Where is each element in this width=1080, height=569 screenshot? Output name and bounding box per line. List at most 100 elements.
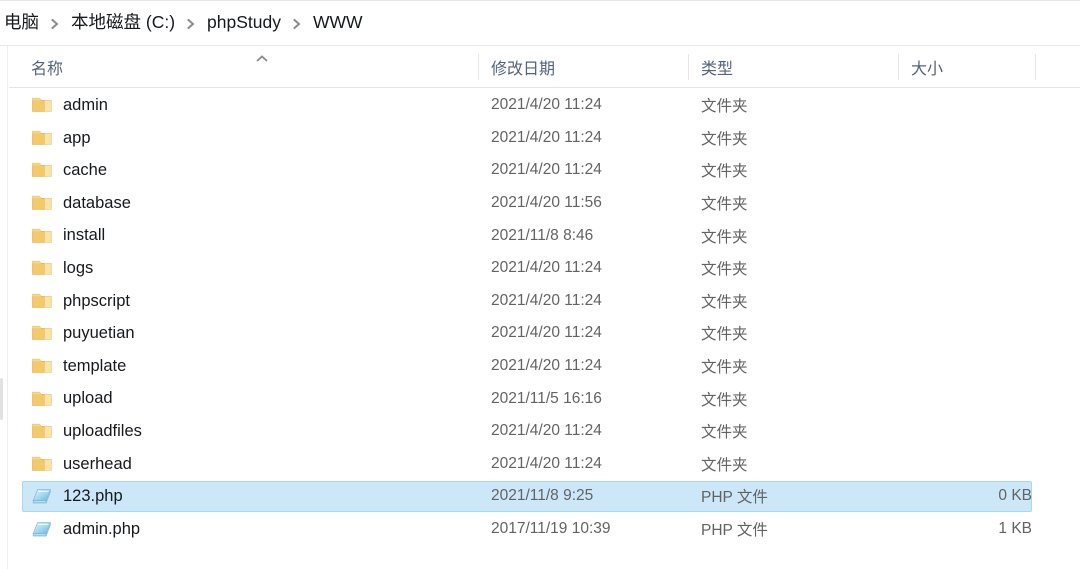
column-header-row: 名称 修改日期 类型 大小 (9, 46, 1080, 88)
cell-name[interactable]: cache (31, 159, 471, 181)
file-list-row[interactable]: puyuetian 2021/4/20 11:24 文件夹 (9, 317, 1080, 350)
folder-icon (31, 388, 53, 410)
file-list-row[interactable]: 123.php 2021/11/8 9:25 PHP 文件 0 KB (9, 480, 1080, 513)
column-header-type-label: 类型 (701, 60, 734, 78)
cell-name[interactable]: 123.php (31, 485, 471, 507)
breadcrumb-item-2[interactable]: 本地磁盘 (C:) (67, 12, 179, 34)
cell-type: PHP 文件 (701, 489, 768, 507)
breadcrumb-address-bar[interactable]: 电脑 本地磁盘 (C:) phpStudy WWW (0, 1, 1080, 45)
file-list-row[interactable]: logs 2021/4/20 11:24 文件夹 (9, 252, 1080, 285)
cell-name[interactable]: app (31, 127, 471, 149)
file-name-label: 123.php (63, 487, 123, 506)
file-list[interactable]: admin 2021/4/20 11:24 文件夹 app 2021/4/20 11:2… (9, 89, 1080, 569)
cell-name[interactable]: admin.php (31, 518, 471, 540)
folder-icon (31, 159, 53, 181)
folder-icon (31, 257, 53, 279)
cell-name[interactable]: install (31, 225, 471, 247)
file-name-label: install (63, 226, 106, 245)
breadcrumb-item-4[interactable]: WWW (309, 12, 367, 34)
chevron-right-icon (179, 18, 203, 30)
folder-icon (31, 94, 53, 116)
cell-type: PHP 文件 (701, 522, 768, 540)
file-list-row[interactable]: template 2021/4/20 11:24 文件夹 (9, 350, 1080, 383)
cell-type: 文件夹 (701, 391, 748, 409)
file-list-row[interactable]: userhead 2021/4/20 11:24 文件夹 (9, 448, 1080, 481)
column-divider-1[interactable] (478, 54, 479, 80)
file-list-row[interactable]: uploadfiles 2021/4/20 11:24 文件夹 (9, 415, 1080, 448)
cell-date-modified: 2021/4/20 11:24 (491, 324, 602, 342)
cell-type: 文件夹 (701, 98, 748, 116)
breadcrumb-item-1[interactable]: 电脑 (0, 12, 43, 34)
file-explorer-window: 电脑 本地磁盘 (C:) phpStudy WWW 名称 修改日期 类型 大小 adm… (0, 0, 1080, 569)
file-list-row[interactable]: admin 2021/4/20 11:24 文件夹 (9, 89, 1080, 122)
column-divider-4[interactable] (1035, 54, 1036, 80)
php-file-icon (31, 518, 53, 540)
cell-type: 文件夹 (701, 293, 748, 311)
column-header-size[interactable]: 大小 (911, 46, 943, 87)
file-name-label: upload (63, 389, 113, 408)
chevron-right-icon (43, 18, 67, 30)
column-header-name[interactable]: 名称 (31, 46, 63, 87)
cell-type: 文件夹 (701, 196, 748, 214)
cell-name[interactable]: puyuetian (31, 322, 471, 344)
file-name-label: app (63, 128, 91, 147)
php-file-icon (31, 485, 53, 507)
cell-date-modified: 2021/4/20 11:24 (491, 128, 602, 146)
cell-name[interactable]: upload (31, 388, 471, 410)
column-divider-2[interactable] (688, 54, 689, 80)
folder-icon (31, 420, 53, 442)
column-header-type[interactable]: 类型 (701, 46, 733, 87)
file-list-row[interactable]: upload 2021/11/5 16:16 文件夹 (9, 382, 1080, 415)
cell-type: 文件夹 (701, 261, 748, 279)
cell-type: 文件夹 (701, 359, 748, 377)
cell-type: 文件夹 (701, 130, 748, 148)
cell-date-modified: 2021/4/20 11:24 (491, 357, 602, 375)
cell-size: 1 KB (998, 520, 1032, 538)
column-header-size-label: 大小 (911, 60, 944, 78)
file-name-label: uploadfiles (63, 421, 142, 440)
folder-icon (31, 225, 53, 247)
breadcrumb-item-3[interactable]: phpStudy (203, 12, 285, 34)
file-name-label: admin (63, 96, 108, 115)
column-divider-3[interactable] (898, 54, 899, 80)
cell-name[interactable]: phpscript (31, 290, 471, 312)
file-list-row[interactable]: phpscript 2021/4/20 11:24 文件夹 (9, 285, 1080, 318)
cell-date-modified: 2021/4/20 11:24 (491, 259, 602, 277)
folder-icon (31, 322, 53, 344)
cell-date-modified: 2021/11/5 16:16 (491, 389, 602, 407)
file-list-row[interactable]: app 2021/4/20 11:24 文件夹 (9, 122, 1080, 155)
file-name-label: cache (63, 161, 108, 180)
file-name-label: phpscript (63, 291, 130, 310)
navigation-pane-scrollbar-thumb[interactable] (0, 378, 3, 420)
file-list-row[interactable]: admin.php 2017/11/19 10:39 PHP 文件 1 KB (9, 513, 1080, 546)
cell-type: 文件夹 (701, 163, 748, 181)
cell-name[interactable]: admin (31, 94, 471, 116)
file-list-row[interactable]: database 2021/4/20 11:56 文件夹 (9, 187, 1080, 220)
file-name-label: admin.php (63, 519, 141, 538)
column-header-date[interactable]: 修改日期 (491, 46, 555, 87)
cell-date-modified: 2021/11/8 9:25 (491, 487, 594, 505)
cell-name[interactable]: database (31, 192, 471, 214)
cell-name[interactable]: logs (31, 257, 471, 279)
file-list-row[interactable]: cache 2021/4/20 11:24 文件夹 (9, 154, 1080, 187)
file-list-row[interactable]: install 2021/11/8 8:46 文件夹 (9, 219, 1080, 252)
file-name-label: logs (63, 259, 94, 278)
file-name-label: database (63, 193, 131, 212)
cell-date-modified: 2021/4/20 11:24 (491, 161, 602, 179)
cell-type: 文件夹 (701, 424, 748, 442)
cell-type: 文件夹 (701, 456, 748, 474)
chevron-right-icon (285, 18, 309, 30)
column-header-name-label: 名称 (31, 60, 64, 78)
folder-icon (31, 453, 53, 475)
cell-size: 0 KB (998, 487, 1032, 505)
cell-name[interactable]: template (31, 355, 471, 377)
cell-name[interactable]: uploadfiles (31, 420, 471, 442)
folder-icon (31, 355, 53, 377)
cell-date-modified: 2017/11/19 10:39 (491, 520, 611, 538)
file-name-label: puyuetian (63, 324, 135, 343)
cell-date-modified: 2021/4/20 11:24 (491, 454, 602, 472)
cell-name[interactable]: userhead (31, 453, 471, 475)
cell-date-modified: 2021/4/20 11:24 (491, 422, 602, 440)
navigation-pane-edge (0, 46, 8, 569)
file-name-label: userhead (63, 454, 132, 473)
